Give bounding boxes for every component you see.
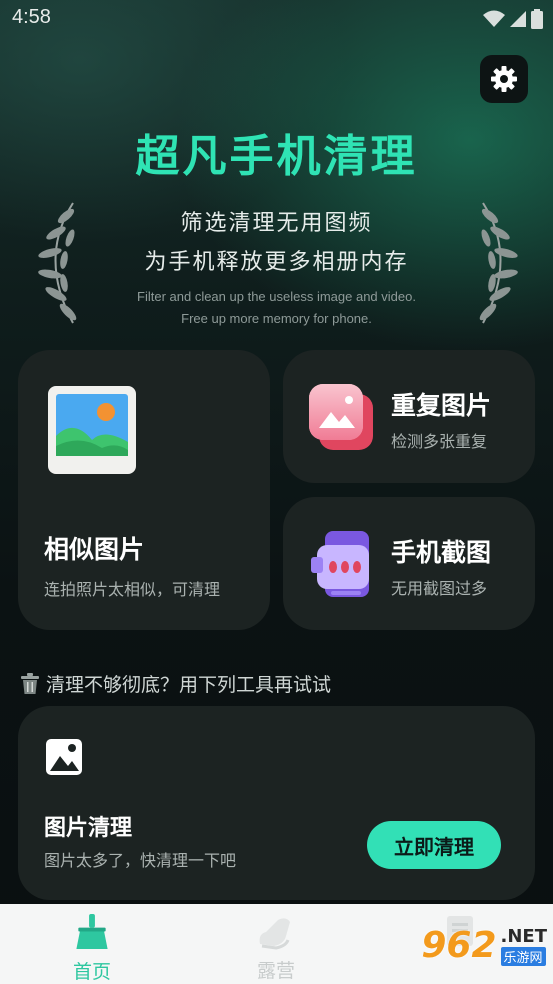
status-bar: 4:58 (0, 0, 553, 38)
landscape-photo-icon (48, 386, 136, 474)
duplicate-photos-card[interactable]: 重复图片 检测多张重复 (283, 350, 535, 483)
duplicate-photos-title: 重复图片 (391, 391, 492, 420)
duplicate-photo-icon (309, 384, 373, 450)
status-time: 4:58 (12, 6, 51, 28)
tools-tip: 清理不够彻底？用下列工具再试试 (20, 670, 331, 697)
watermark-number: 962 (421, 925, 497, 966)
photo-clean-desc: 图片太多了，快清理一下吧 (44, 851, 237, 870)
settings-button[interactable] (480, 55, 528, 103)
wifi-icon (483, 10, 505, 27)
tab-camping[interactable]: 露营 (216, 904, 336, 984)
battery-icon (531, 9, 543, 29)
laurel-right-icon (479, 202, 518, 324)
photo-clean-card[interactable]: 图片清理 图片太多了，快清理一下吧 立即清理 (18, 706, 535, 900)
watermark-suffix: .NET (500, 925, 547, 947)
similar-photos-title: 相似图片 (44, 535, 145, 564)
status-icons (483, 9, 543, 29)
trash-icon (21, 672, 39, 694)
laurel-left-icon (38, 202, 77, 324)
tab-camping-label: 露营 (256, 960, 295, 982)
gear-icon (491, 66, 517, 92)
image-icon (46, 739, 82, 775)
shoe-icon (259, 918, 290, 950)
screenshots-title: 手机截图 (391, 538, 492, 567)
clean-now-button[interactable]: 立即清理 (367, 821, 501, 869)
phone-screenshot-icon (311, 531, 369, 597)
bottom-tab-bar: 首页 露营 962 .NET 乐游网 (0, 904, 553, 984)
tools-tip-text: 清理不够彻底？用下列工具再试试 (46, 674, 332, 696)
duplicate-photos-desc: 检测多张重复 (391, 432, 488, 451)
signal-icon (510, 11, 526, 27)
similar-photos-card[interactable]: 相似图片 连拍照片太相似，可清理 (18, 350, 270, 630)
watermark-site: 乐游网 (500, 946, 546, 966)
tab-home[interactable]: 首页 (32, 904, 152, 984)
similar-photos-desc: 连拍照片太相似，可清理 (44, 580, 221, 599)
broom-icon (76, 913, 108, 950)
tab-home-label: 首页 (72, 961, 111, 983)
screenshots-card[interactable]: 手机截图 无用截图过多 (283, 497, 535, 630)
photo-clean-title: 图片清理 (44, 816, 133, 841)
app-title: 超凡手机清理 (135, 131, 418, 182)
watermark-logo: 962 .NET 乐游网 (421, 925, 547, 966)
screenshots-desc: 无用截图过多 (391, 579, 488, 598)
